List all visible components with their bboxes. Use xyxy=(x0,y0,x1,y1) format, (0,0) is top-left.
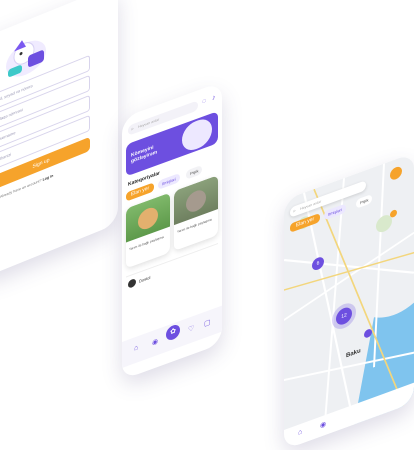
chip-lost-label: Itmişləri xyxy=(162,176,176,187)
location-icon[interactable]: ◉ xyxy=(152,337,158,347)
post-card[interactable]: Yarım ilə bağlı paylaşma xyxy=(126,192,170,269)
banner-text: Kömeyini gözləyirəm xyxy=(131,144,158,165)
avatar xyxy=(128,277,136,289)
signup-label: Sign up xyxy=(32,157,50,170)
map-screen: ⌕ Heyvan axtar Elan yer Itmişləri Pişik … xyxy=(284,152,414,450)
chip-cat-label: Pişik xyxy=(190,168,199,177)
phone-placeholder: Əlaqə nömrəsi xyxy=(0,106,23,123)
cluster-count: 6 xyxy=(316,260,320,268)
paw-button[interactable]: ✿ xyxy=(166,322,180,342)
add-post-label: Elan yer xyxy=(130,185,150,198)
chip-lost[interactable]: Itmişləri xyxy=(158,172,180,190)
cluster-count: 12 xyxy=(341,312,347,321)
username-placeholder: Username xyxy=(0,129,16,143)
search-icon: ⌕ xyxy=(293,207,296,215)
post-card[interactable]: Yarım ilə bağlı paylaşma xyxy=(174,175,218,252)
bell-icon[interactable]: ♪ xyxy=(212,94,216,102)
location-icon[interactable]: ◉ xyxy=(320,420,326,430)
chip-cat[interactable]: Pişik xyxy=(186,164,203,180)
login-link[interactable]: Log in xyxy=(43,174,54,182)
search-icon: ⌕ xyxy=(131,125,134,133)
heart-icon[interactable]: ♡ xyxy=(188,324,194,334)
home-screen: ⌕ Heyvan axtar ◌ ♪ Kömeyini gözləyirəm K… xyxy=(122,81,222,381)
chat-icon[interactable]: ◌ xyxy=(202,97,206,106)
app-showcase: Ad, soyad və nömrə Əlaqə nömrəsi Usernam… xyxy=(0,0,414,450)
home-icon[interactable]: ⌂ xyxy=(134,344,138,353)
bag-icon[interactable]: ▢ xyxy=(204,318,211,328)
user-label: Dostol xyxy=(139,274,151,284)
home-icon[interactable]: ⌂ xyxy=(298,428,302,437)
bottom-nav: ⌂ ◉ ✿ ♡ ▢ xyxy=(122,305,222,368)
chip-cat-label: Pişik xyxy=(360,197,369,206)
banner-dog-illustration xyxy=(182,115,212,155)
signup-screen: Ad, soyad və nömrə Əlaqə nömrəsi Usernam… xyxy=(0,0,118,280)
search-placeholder: Heyvan axtar xyxy=(138,117,160,130)
password-placeholder: Şifrənizi xyxy=(0,151,12,163)
